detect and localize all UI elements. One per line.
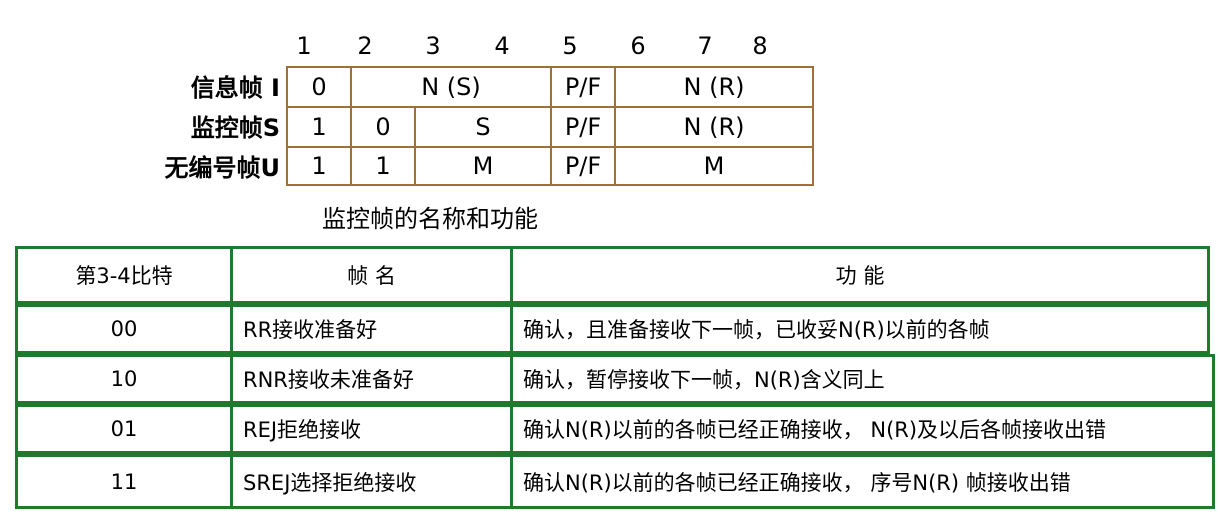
info-pf: P/F <box>552 68 616 108</box>
header-frame-name: 帧 名 <box>233 249 513 301</box>
un-bit1: 1 <box>288 148 352 184</box>
row-bits: 11 <box>18 457 233 506</box>
row-function: 确认N(R)以前的各帧已经正确接收， 序号N(R) 帧接收出错 <box>523 470 1071 495</box>
sup-bit1: 1 <box>288 108 352 148</box>
row-frame-name: REJ拒绝接收 <box>233 407 513 451</box>
table-row: 00 RR接收准备好 确认，且准备接收下一帧，已收妥N(R)以前的各帧 <box>15 304 1210 354</box>
frame-label-info: 信息帧 I <box>190 74 280 102</box>
frame-label-unnumbered: 无编号帧U <box>164 154 281 182</box>
header-bits: 第3-4比特 <box>18 249 233 301</box>
frame-label-supervisory: 监控帧S <box>190 114 280 142</box>
info-ns: N (S) <box>352 68 552 108</box>
header-function: 功 能 <box>835 264 885 288</box>
row-bits: 10 <box>18 357 233 401</box>
bit-number-6: 6 <box>630 32 646 60</box>
table-row: 01 REJ拒绝接收 确认N(R)以前的各帧已经正确接收， N(R)及以后各帧接… <box>15 404 1215 454</box>
sup-s: S <box>416 108 552 148</box>
row-function: 确认，暂停接收下一帧，N(R)含义同上 <box>523 368 885 392</box>
sup-nr: N (R) <box>616 108 812 148</box>
frame-format-grid: 0 N (S) P/F N (R) 1 0 S P/F N (R) 1 1 M … <box>286 66 814 186</box>
un-m2: M <box>703 152 725 180</box>
row-frame-name: RNR接收未准备好 <box>233 357 513 401</box>
sup-bit2: 0 <box>352 108 416 148</box>
table-caption: 监控帧的名称和功能 <box>322 205 538 233</box>
row-function: 确认，且准备接收下一帧，已收妥N(R)以前的各帧 <box>523 318 990 342</box>
row-function: 确认N(R)以前的各帧已经正确接收， N(R)及以后各帧接收出错 <box>523 418 1107 442</box>
un-pf: P/F <box>552 148 616 184</box>
table-row: 11 SREJ选择拒绝接收 确认N(R)以前的各帧已经正确接收， 序号N(R) … <box>15 454 1215 509</box>
un-bit2: 1 <box>352 148 416 184</box>
info-nr: N (R) <box>616 68 812 108</box>
table-row: 10 RNR接收未准备好 确认，暂停接收下一帧，N(R)含义同上 <box>15 354 1215 404</box>
bit-number-2: 2 <box>357 32 373 60</box>
row-frame-name: SREJ选择拒绝接收 <box>233 457 513 506</box>
row-bits: 00 <box>18 307 233 351</box>
bit-number-7: 7 <box>697 32 713 60</box>
bit-number-8: 8 <box>752 32 768 60</box>
un-m1: M <box>416 148 552 184</box>
info-bit1: 0 <box>288 68 352 108</box>
bit-number-3: 3 <box>425 32 441 60</box>
bit-number-1: 1 <box>296 32 312 60</box>
table-header-row: 第3-4比特 帧 名 功 能 <box>15 246 1210 304</box>
bit-number-4: 4 <box>494 32 510 60</box>
bit-number-5: 5 <box>562 32 578 60</box>
row-frame-name: RR接收准备好 <box>233 307 513 351</box>
row-bits: 01 <box>18 407 233 451</box>
sup-pf: P/F <box>552 108 616 148</box>
